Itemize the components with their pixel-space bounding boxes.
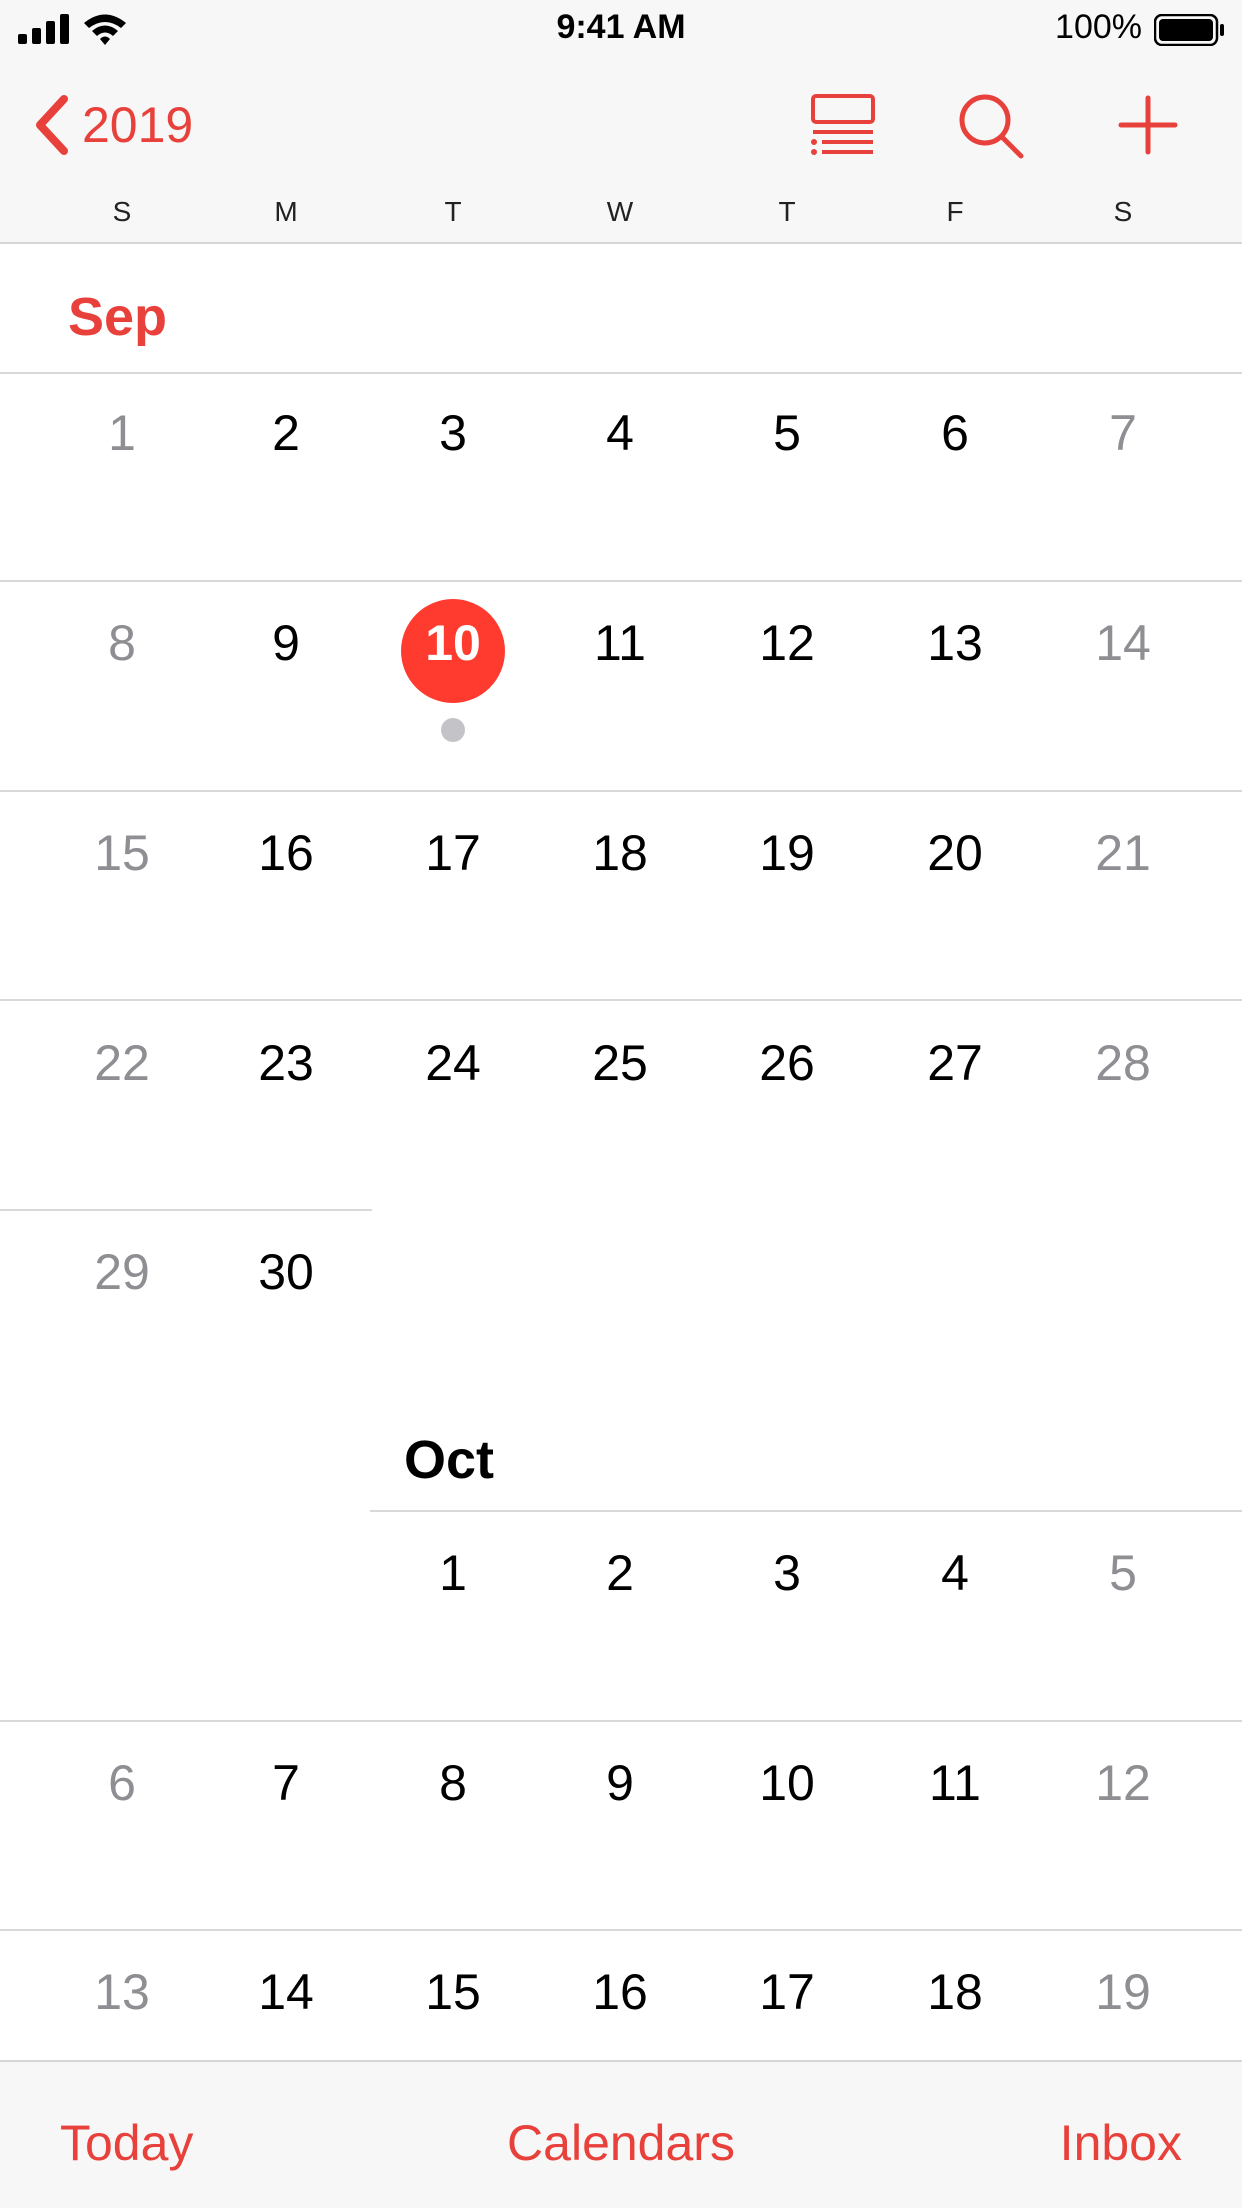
day-cell[interactable]: 9	[560, 1754, 680, 1812]
day-cell[interactable]: 21	[1063, 824, 1183, 882]
day-cell[interactable]: 19	[1063, 1963, 1183, 2021]
day-cell[interactable]: 25	[560, 1034, 680, 1092]
weekday-sun: S	[112, 196, 132, 227]
day-cell[interactable]: 4	[895, 1544, 1015, 1602]
day-cell[interactable]: 7	[1063, 404, 1183, 462]
day-cell[interactable]: 24	[393, 1034, 513, 1092]
day-cell[interactable]: 19	[727, 824, 847, 882]
day-cell[interactable]: 5	[727, 404, 847, 462]
day-cell[interactable]: 1	[393, 1544, 513, 1602]
month-label-oct: Oct	[404, 1430, 495, 1490]
day-cell[interactable]: 3	[727, 1544, 847, 1602]
day-cell[interactable]: 10	[727, 1754, 847, 1812]
weekday-sat: S	[1113, 196, 1133, 227]
week-divider	[0, 580, 1242, 582]
day-cell[interactable]: 18	[560, 824, 680, 882]
weekday-mon: M	[274, 196, 298, 227]
day-cell[interactable]: 7	[226, 1754, 346, 1812]
oct-header-divider	[370, 1510, 1242, 1512]
weekday-wed: W	[606, 196, 634, 227]
header: 9:41 AM 100% 2019 S M T W T F S	[0, 0, 1242, 244]
day-cell[interactable]: 9	[226, 614, 346, 672]
day-cell[interactable]: 16	[226, 824, 346, 882]
week-divider	[0, 1929, 1242, 1931]
day-cell[interactable]: 11	[560, 614, 680, 672]
day-cell[interactable]: 1	[62, 404, 182, 462]
day-cell[interactable]: 17	[393, 824, 513, 882]
day-cell[interactable]: 14	[1063, 614, 1183, 672]
day-cell[interactable]: 13	[895, 614, 1015, 672]
inbox-button[interactable]: Inbox	[1060, 2114, 1182, 2172]
month-label-sep: Sep	[68, 287, 168, 347]
battery-icon	[1154, 14, 1224, 46]
day-cell[interactable]: 28	[1063, 1034, 1183, 1092]
month-calendar[interactable]: Sep Oct 1 2 3 4 5 6 7 8 9 10 11 12 13 14 15 16 17 18 19 20 2…	[0, 244, 1242, 2060]
day-cell[interactable]: 26	[727, 1034, 847, 1092]
day-cell[interactable]: 18	[895, 1963, 1015, 2021]
calendars-button[interactable]: Calendars	[0, 2114, 1242, 2172]
week-divider	[0, 790, 1242, 792]
weekday-thu: T	[778, 196, 796, 227]
day-cell[interactable]: 23	[226, 1034, 346, 1092]
day-cell[interactable]: 29	[62, 1243, 182, 1301]
day-cell[interactable]: 4	[560, 404, 680, 462]
list-view-icon[interactable]	[808, 90, 878, 160]
day-cell[interactable]: 12	[1063, 1754, 1183, 1812]
day-cell[interactable]: 11	[895, 1754, 1015, 1812]
day-cell[interactable]: 2	[560, 1544, 680, 1602]
day-cell[interactable]: 20	[895, 824, 1015, 882]
calendar-app: 9:41 AM 100% 2019 S M T W T F S Sep Oct …	[0, 0, 1242, 2208]
back-label: 2019	[82, 97, 194, 153]
day-cell[interactable]: 27	[895, 1034, 1015, 1092]
battery-percent: 100%	[1055, 8, 1142, 46]
search-icon[interactable]	[955, 90, 1025, 160]
day-cell[interactable]: 17	[727, 1963, 847, 2021]
day-cell[interactable]: 2	[226, 404, 346, 462]
event-dot	[441, 718, 465, 742]
plus-icon[interactable]	[1113, 90, 1183, 160]
sep-header-divider	[0, 372, 1242, 374]
day-cell[interactable]: 22	[62, 1034, 182, 1092]
back-to-year-button[interactable]: 2019	[30, 90, 193, 160]
day-cell[interactable]: 13	[62, 1963, 182, 2021]
day-cell[interactable]: 30	[226, 1243, 346, 1301]
day-cell[interactable]: 8	[62, 614, 182, 672]
week-divider	[0, 999, 1242, 1001]
day-cell[interactable]: 14	[226, 1963, 346, 2021]
day-cell[interactable]: 15	[393, 1963, 513, 2021]
weekday-tue: T	[444, 196, 462, 227]
day-cell[interactable]: 8	[393, 1754, 513, 1812]
weekday-fri: F	[946, 196, 964, 227]
tab-bar: Today Calendars Inbox	[0, 2060, 1242, 2208]
day-cell[interactable]: 3	[393, 404, 513, 462]
day-cell[interactable]: 12	[727, 614, 847, 672]
day-cell[interactable]: 6	[62, 1754, 182, 1812]
chevron-left-icon	[36, 95, 68, 155]
day-cell[interactable]: 6	[895, 404, 1015, 462]
day-cell-today[interactable]: 10	[393, 614, 513, 672]
week-divider	[0, 1209, 372, 1211]
week-divider	[0, 1720, 1242, 1722]
weekday-row: SMTWTFS	[0, 196, 1242, 236]
day-cell[interactable]: 5	[1063, 1544, 1183, 1602]
day-cell[interactable]: 16	[560, 1963, 680, 2021]
day-cell[interactable]: 15	[62, 824, 182, 882]
